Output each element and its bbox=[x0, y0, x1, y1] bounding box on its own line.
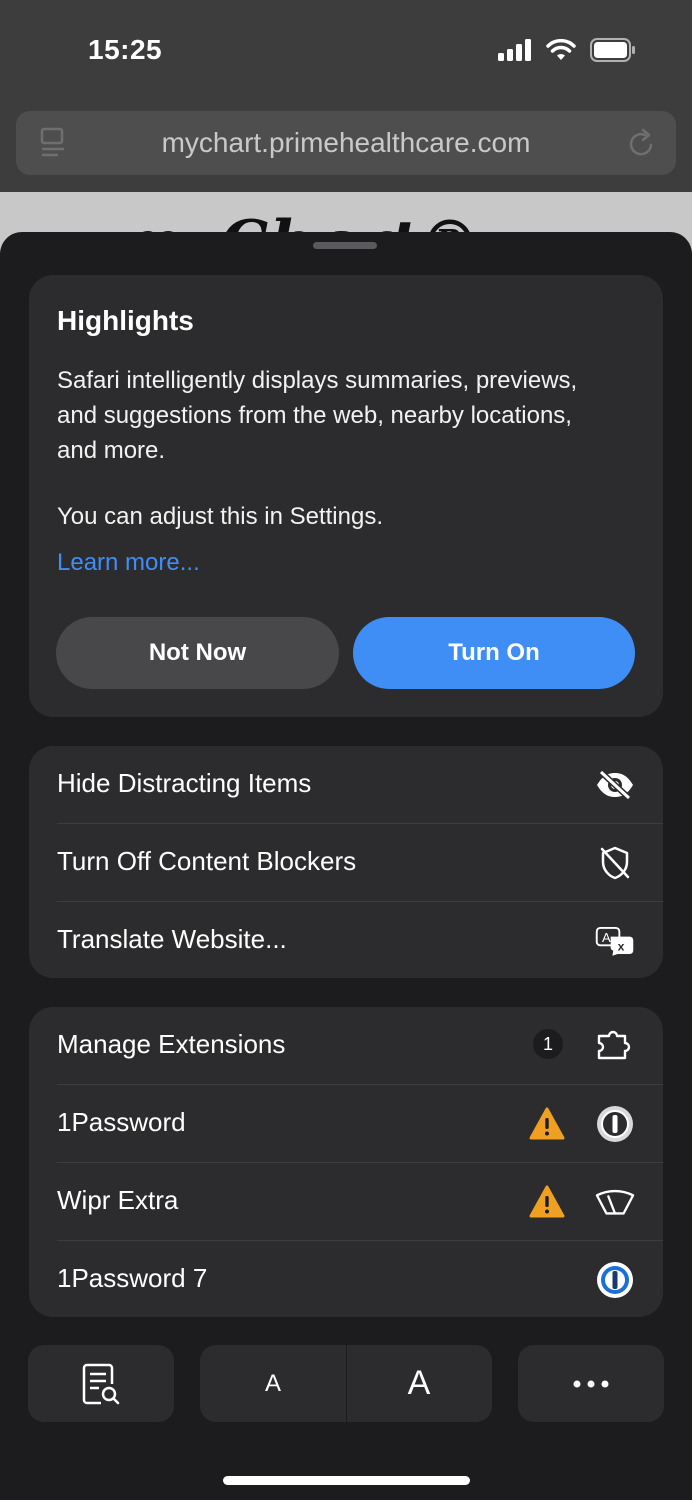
puzzle-icon bbox=[595, 1027, 635, 1065]
menu-item-1password-7[interactable]: 1Password 7 bbox=[29, 1241, 663, 1318]
highlights-description: Safari intelligently displays summaries,… bbox=[57, 367, 578, 464]
reader-view-button[interactable] bbox=[28, 1345, 174, 1422]
translate-icon: A x bbox=[595, 922, 635, 960]
turn-on-button[interactable]: Turn On bbox=[353, 617, 635, 689]
page-actions-group: Hide Distracting Items Turn Off Content … bbox=[29, 746, 663, 978]
cellular-signal-icon bbox=[498, 39, 531, 61]
url-text: mychart.primehealthcare.com bbox=[161, 127, 531, 158]
highlights-settings-note: You can adjust this in Settings. bbox=[57, 503, 383, 530]
menu-item-translate[interactable]: Translate Website... A x bbox=[29, 902, 663, 979]
eye-slash-icon bbox=[595, 766, 635, 804]
not-now-button[interactable]: Not Now bbox=[56, 617, 339, 689]
svg-text:A: A bbox=[602, 930, 611, 945]
learn-more-link[interactable]: Learn more... bbox=[57, 549, 200, 577]
shield-slash-icon bbox=[595, 844, 635, 882]
increase-text-size-button[interactable]: A bbox=[346, 1345, 492, 1422]
svg-text:x: x bbox=[618, 940, 625, 954]
menu-item-label: 1Password 7 bbox=[57, 1263, 208, 1293]
more-options-button[interactable] bbox=[518, 1345, 664, 1422]
page-menu-icon[interactable] bbox=[38, 127, 68, 164]
text-size-control: A A bbox=[200, 1345, 492, 1422]
menu-item-content-blockers[interactable]: Turn Off Content Blockers bbox=[29, 824, 663, 901]
highlights-title: Highlights bbox=[57, 305, 194, 336]
highlights-card: Highlights Safari intelligently displays… bbox=[29, 275, 663, 717]
onepassword-blue-icon bbox=[595, 1261, 635, 1299]
menu-item-wipr-extra[interactable]: Wipr Extra bbox=[29, 1163, 663, 1240]
extension-count-badge: 1 bbox=[533, 1029, 563, 1059]
extensions-group: Manage Extensions 1 1Password Wipr Extra… bbox=[29, 1007, 663, 1317]
warning-icon bbox=[529, 1107, 565, 1141]
wifi-icon bbox=[546, 39, 576, 60]
menu-item-label: 1Password bbox=[57, 1107, 186, 1137]
reload-icon[interactable] bbox=[628, 127, 658, 164]
page-menu-sheet: Highlights Safari intelligently displays… bbox=[0, 232, 692, 1500]
onepassword-icon bbox=[595, 1105, 635, 1143]
browser-chrome: mychart.primehealthcare.com bbox=[0, 100, 692, 192]
battery-icon bbox=[590, 38, 635, 62]
menu-item-label: Manage Extensions bbox=[57, 1029, 286, 1059]
sheet-grabber[interactable] bbox=[313, 242, 377, 249]
warning-icon bbox=[529, 1185, 565, 1219]
home-indicator[interactable] bbox=[223, 1476, 470, 1485]
menu-item-hide-distracting[interactable]: Hide Distracting Items bbox=[29, 746, 663, 823]
menu-item-label: Wipr Extra bbox=[57, 1185, 179, 1215]
menu-item-label: Hide Distracting Items bbox=[57, 768, 312, 798]
status-icons bbox=[498, 38, 636, 62]
decrease-text-size-button[interactable]: A bbox=[200, 1345, 346, 1422]
status-bar: 15:25 bbox=[0, 0, 692, 100]
reader-search-icon bbox=[82, 1363, 120, 1404]
menu-item-manage-extensions[interactable]: Manage Extensions 1 bbox=[29, 1007, 663, 1084]
menu-item-label: Turn Off Content Blockers bbox=[57, 846, 357, 876]
address-bar[interactable]: mychart.primehealthcare.com bbox=[16, 111, 676, 175]
status-time: 15:25 bbox=[88, 34, 163, 65]
ellipsis-icon bbox=[573, 1380, 609, 1387]
menu-item-1password[interactable]: 1Password bbox=[29, 1085, 663, 1162]
wiper-icon bbox=[595, 1183, 635, 1221]
menu-item-label: Translate Website... bbox=[57, 924, 287, 954]
